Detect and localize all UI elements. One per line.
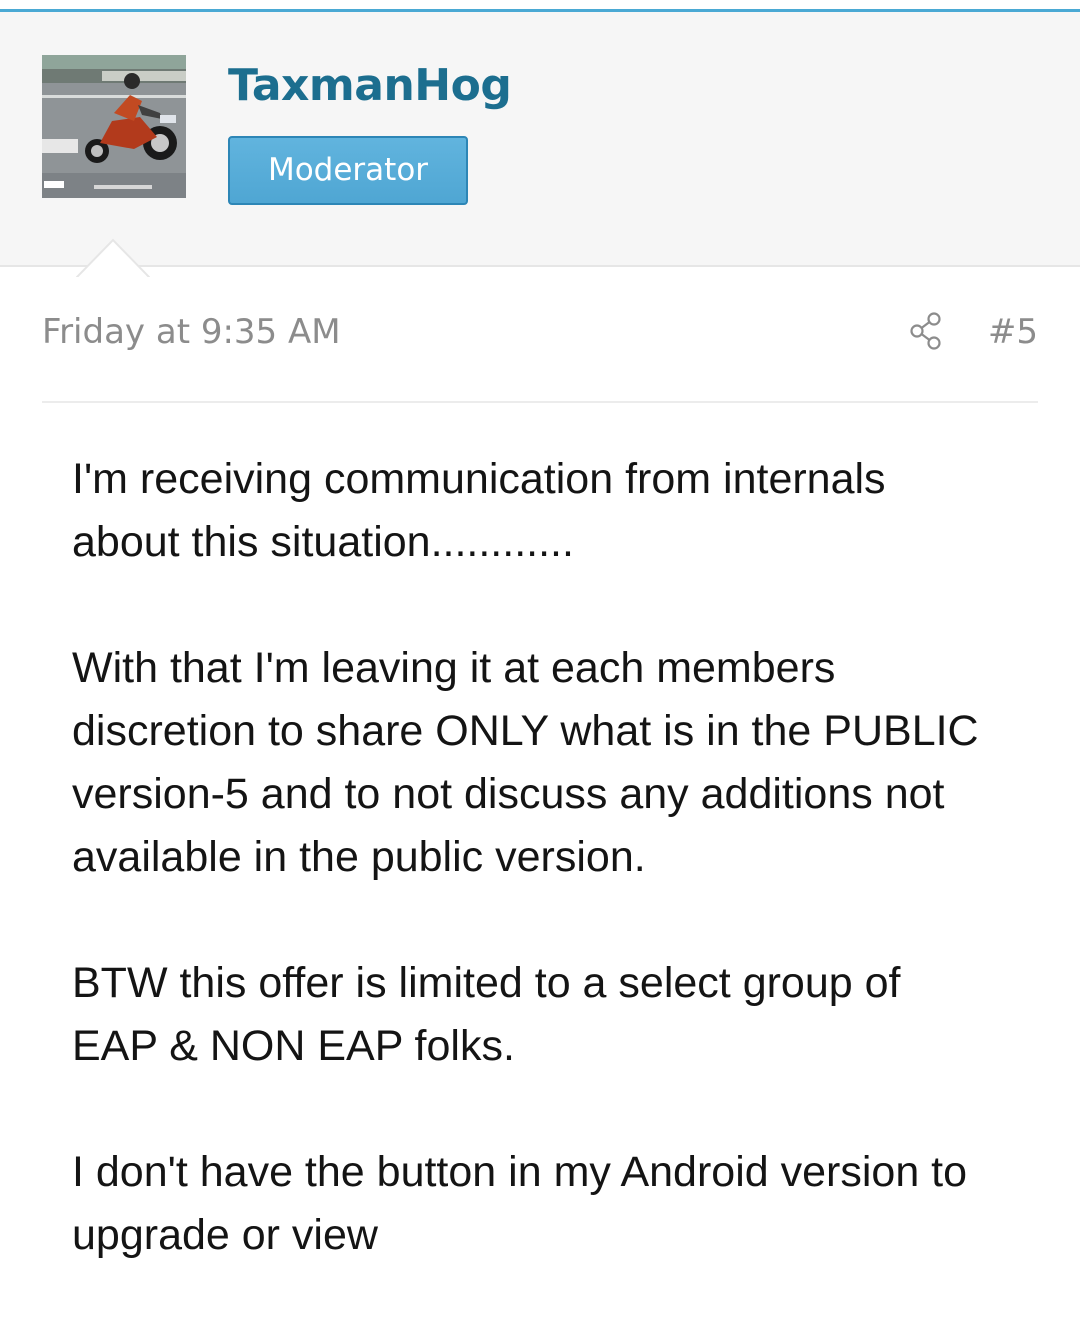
meta-divider	[42, 401, 1038, 403]
moderator-badge: Moderator	[228, 136, 468, 205]
pointer-arrow	[76, 238, 150, 280]
post-meta-row: Friday at 9:35 AM #5	[42, 306, 1038, 362]
username-link[interactable]: TaxmanHog	[228, 60, 512, 111]
post-paragraph: I don't have the button in my Android ve…	[72, 1148, 968, 1259]
post-date[interactable]: Friday at 9:35 AM	[42, 312, 341, 352]
post-user-header: TaxmanHog Moderator	[0, 12, 1080, 280]
share-icon[interactable]	[910, 312, 944, 350]
post-body: I'm receiving communication from interna…	[72, 448, 1052, 1330]
avatar-image	[42, 55, 186, 198]
post-paragraph: I'm receiving communication from interna…	[72, 455, 886, 566]
post-paragraph: BTW this offer is limited to a select gr…	[72, 959, 901, 1070]
post-number-link[interactable]: #5	[988, 312, 1038, 352]
post-paragraph: With that I'm leaving it at each members…	[72, 644, 979, 881]
user-avatar[interactable]	[42, 55, 186, 198]
